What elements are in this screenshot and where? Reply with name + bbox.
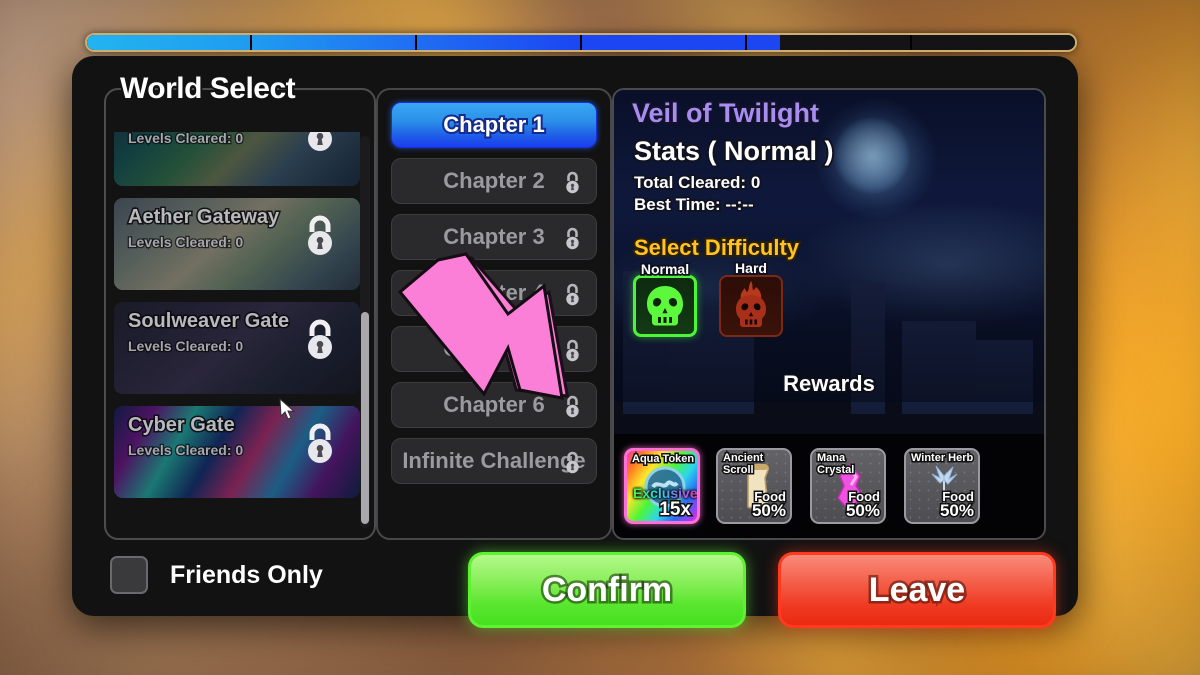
difficulty-normal-button[interactable]: Normal	[633, 259, 697, 337]
chapter-button-label: Chapter 3	[443, 224, 545, 249]
chapter-button-label: Chapter 2	[443, 168, 545, 193]
lock-icon	[308, 132, 332, 151]
chapter-button-label: Chapter 6	[443, 392, 545, 417]
leave-button-label: Leave	[866, 568, 967, 611]
world-item-name: Cyber Gate	[127, 413, 237, 438]
progress-segment-fill	[87, 35, 250, 50]
world-item-name: Soulweaver Gate	[126, 309, 290, 334]
world-select-dialog: Ruined CityLevels Cleared: 0 Aether Gatew…	[72, 56, 1078, 628]
select-difficulty-heading: Select Difficulty	[632, 233, 801, 262]
rewards-strip: Aqua Token Exclusive 15x Ancient Scroll Food 5…	[614, 434, 1044, 538]
reward-card[interactable]: Winter Herb Food 50%	[904, 448, 980, 524]
lock-icon	[566, 339, 579, 362]
progress-segment	[417, 35, 582, 50]
reward-food-percent: 50%	[750, 500, 787, 522]
difficulty-hard-button[interactable]: Hard	[719, 258, 783, 337]
lock-icon	[566, 395, 579, 418]
friends-only-label: Friends Only	[170, 560, 323, 589]
chapter-button[interactable]: Chapter 1	[391, 102, 597, 148]
progress-bar	[85, 33, 1077, 52]
reward-amount: 15x	[658, 498, 693, 522]
stats-panel: Veil of Twilight Stats ( Normal ) Total …	[612, 88, 1046, 540]
lock-icon	[566, 451, 579, 474]
progress-segment-fill	[417, 35, 580, 50]
reward-card[interactable]: Aqua Token Exclusive 15x	[624, 448, 700, 524]
stat-total-cleared: Total Cleared: 0	[632, 171, 762, 194]
progress-segment-fill	[747, 35, 780, 50]
vertical-scrollbar-thumb[interactable]	[361, 312, 369, 524]
world-item-levels-cleared: Levels Cleared: 0	[127, 337, 245, 356]
chapter-button-label: Chapter 5	[443, 336, 545, 361]
world-list-item[interactable]: Ruined CityLevels Cleared: 0	[114, 132, 360, 186]
reward-card-name: Ancient Scroll	[721, 451, 764, 478]
world-list-panel: Ruined CityLevels Cleared: 0 Aether Gatew…	[104, 88, 376, 540]
friends-only-checkbox[interactable]	[110, 556, 148, 594]
reward-food-percent: 50%	[844, 500, 881, 522]
reward-card-name: Winter Herb	[909, 451, 974, 466]
chapter-button[interactable]: Chapter 3	[391, 214, 597, 260]
lock-icon	[566, 171, 579, 194]
lock-icon	[566, 227, 579, 250]
chapter-button[interactable]: Infinite Challenge	[391, 438, 597, 484]
stats-heading: Stats ( Normal )	[632, 134, 836, 168]
red-flaming-skull-icon	[736, 281, 766, 327]
page-title: World Select	[118, 70, 298, 107]
mouse-cursor	[279, 398, 296, 420]
world-list-item[interactable]: Soulweaver Gate Levels Cleared: 0	[114, 302, 360, 394]
lock-icon	[308, 319, 332, 359]
chapter-button-label: Chapter 1	[441, 110, 547, 139]
chapter-button-label: Infinite Challenge	[402, 448, 586, 473]
lock-icon	[566, 283, 579, 306]
confirm-button[interactable]: Confirm	[468, 552, 746, 628]
progress-segment	[252, 35, 417, 50]
reward-food-percent: 50%	[938, 500, 975, 522]
lock-icon	[308, 215, 332, 255]
reward-card[interactable]: Ancient Scroll Food 50%	[716, 448, 792, 524]
progress-segment	[582, 35, 747, 50]
vertical-scrollbar-track[interactable]	[360, 136, 370, 528]
zone-name: Veil of Twilight	[630, 96, 821, 130]
chapter-button[interactable]: Chapter 4	[391, 270, 597, 316]
reward-card[interactable]: Mana Crystal Food 50%	[810, 448, 886, 524]
rewards-heading: Rewards	[781, 369, 877, 398]
chapter-button[interactable]: Chapter 2	[391, 158, 597, 204]
difficulty-normal-label: Normal	[639, 259, 691, 279]
green-skull-icon	[647, 286, 683, 326]
world-item-levels-cleared: Levels Cleared: 0	[127, 132, 245, 147]
friends-only-row[interactable]: Friends Only	[110, 556, 323, 594]
difficulty-hard-label: Hard	[733, 258, 768, 278]
progress-segment	[747, 35, 912, 50]
progress-segment-fill	[582, 35, 745, 50]
progress-segment-fill	[252, 35, 415, 50]
world-list-item[interactable]: Cyber Gate Levels Cleared: 0	[114, 406, 360, 498]
reward-card-name: Mana Crystal	[815, 451, 855, 478]
progress-segment	[87, 35, 252, 50]
lock-icon	[308, 423, 332, 463]
progress-segment	[912, 35, 1075, 50]
chapter-button-label: Chapter 4	[443, 280, 545, 305]
chapter-button[interactable]: Chapter 5	[391, 326, 597, 372]
stat-best-time: Best Time: --:--	[632, 193, 755, 216]
world-item-levels-cleared: Levels Cleared: 0	[127, 233, 245, 252]
reward-card-name: Aqua Token	[630, 452, 695, 467]
world-list-item[interactable]: Aether Gateway Levels Cleared: 0	[114, 198, 360, 290]
chapter-button[interactable]: Chapter 6	[391, 382, 597, 428]
chapter-list-panel: Chapter 1 Chapter 2 Chapter 3 Chapter 4 Chap…	[376, 88, 612, 540]
world-list-scroll-area[interactable]: Ruined CityLevels Cleared: 0 Aether Gatew…	[114, 132, 360, 532]
world-item-levels-cleared: Levels Cleared: 0	[127, 441, 245, 460]
world-item-name: Aether Gateway	[126, 205, 280, 230]
confirm-button-label: Confirm	[539, 568, 674, 611]
leave-button[interactable]: Leave	[778, 552, 1056, 628]
